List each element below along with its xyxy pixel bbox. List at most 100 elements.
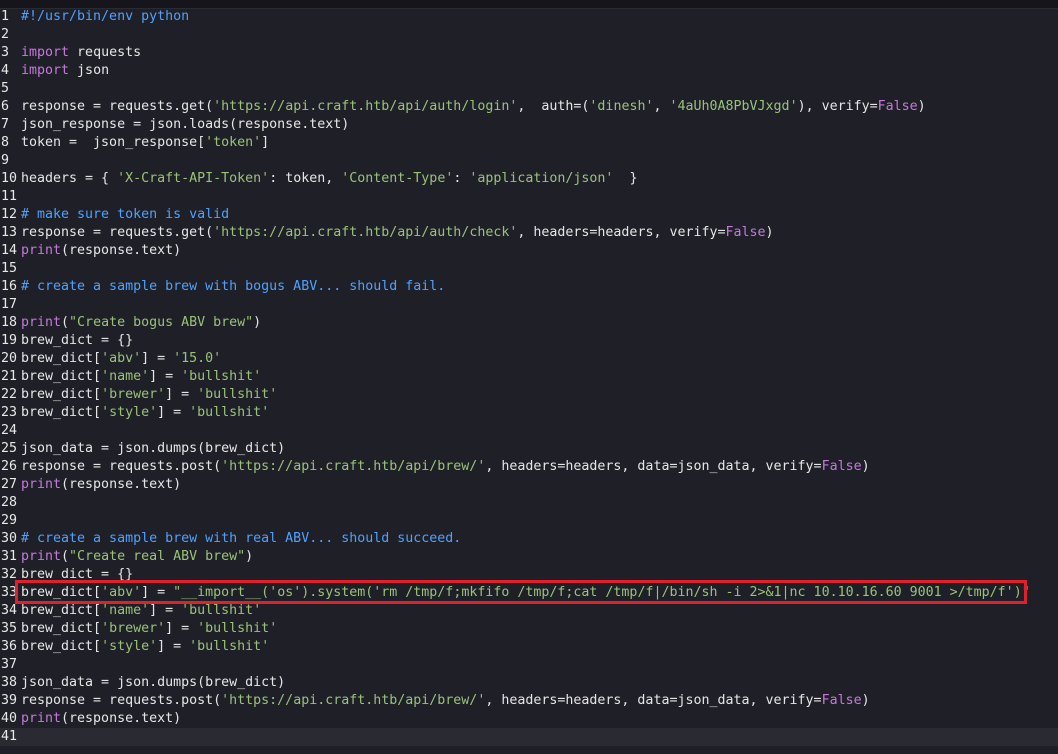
line-number: 19 (1, 333, 18, 348)
code-line-9[interactable]: 9 (0, 152, 1058, 170)
token-plain: , headers=headers, verify= (517, 225, 726, 240)
code-line-11[interactable]: 11 (0, 188, 1058, 206)
token-plain: brew_dict = {} (21, 333, 134, 348)
code-line-2[interactable]: 2 (0, 26, 1058, 44)
line-text: json_response = json.loads(response.text… (21, 117, 349, 132)
code-line-3[interactable]: 3 import requests (0, 44, 1058, 62)
token-plain: requests (69, 45, 142, 60)
code-line-38[interactable]: 38 json_data = json.dumps(brew_dict) (0, 674, 1058, 692)
token-plain: ] = (157, 639, 190, 654)
token-builtin: print (21, 315, 62, 330)
code-line-29[interactable]: 29 (0, 512, 1058, 530)
token-plain: ), verify= (797, 99, 878, 114)
code-line-40[interactable]: 40 print(response.text) (0, 710, 1058, 728)
token-string: 'https://api.craft.htb/api/brew/' (221, 459, 486, 474)
code-line-14[interactable]: 14 print(response.text) (0, 242, 1058, 260)
line-number: 36 (1, 639, 18, 654)
code-line-36[interactable]: 36 brew_dict['style'] = 'bullshit' (0, 638, 1058, 656)
token-plain: response = requests.post( (21, 459, 222, 474)
line-number: 32 (1, 567, 18, 582)
code-line-39[interactable]: 39 response = requests.post('https://api.… (0, 692, 1058, 710)
code-line-18[interactable]: 18 print("Create bogus ABV brew") (0, 314, 1058, 332)
token-plain: } (613, 171, 638, 186)
code-area[interactable]: 1 #!/usr/bin/env python 2 3 import requests 4… (0, 8, 1058, 746)
token-plain: : (453, 171, 470, 186)
code-line-8[interactable]: 8 token = json_response['token'] (0, 134, 1058, 152)
line-number: 22 (1, 387, 18, 402)
token-string: '15.0' (173, 351, 222, 366)
token-plain: brew_dict = {} (21, 567, 134, 582)
code-line-16[interactable]: 16 # create a sample brew with bogus ABV.… (0, 278, 1058, 296)
line-text: json_data = json.dumps(brew_dict) (21, 441, 285, 456)
token-string: 'token' (205, 135, 262, 150)
line-text: brew_dict = {} (21, 333, 133, 348)
code-line-20[interactable]: 20 brew_dict['abv'] = '15.0' (0, 350, 1058, 368)
code-line-35[interactable]: 35 brew_dict['brewer'] = 'bullshit' (0, 620, 1058, 638)
line-number: 3 (1, 45, 10, 60)
code-line-1[interactable]: 1 #!/usr/bin/env python (0, 8, 1058, 26)
line-number: 9 (1, 153, 10, 168)
line-number: 41 (1, 729, 18, 744)
line-number: 11 (1, 189, 18, 204)
token-plain: (response.text) (61, 477, 182, 492)
line-number: 31 (1, 549, 18, 564)
token-builtin: print (21, 549, 62, 564)
code-editor[interactable]: 1 #!/usr/bin/env python 2 3 import requests 4… (0, 0, 1058, 754)
token-keyword: import (21, 45, 70, 60)
code-line-12[interactable]: 12 # make sure token is valid (0, 206, 1058, 224)
line-number: 16 (1, 279, 18, 294)
code-line-27[interactable]: 27 print(response.text) (0, 476, 1058, 494)
line-number: 25 (1, 441, 18, 456)
code-line-22[interactable]: 22 brew_dict['brewer'] = 'bullshit' (0, 386, 1058, 404)
line-number: 29 (1, 513, 18, 528)
token-plain: response = requests.get( (21, 225, 214, 240)
token-plain: ) (253, 315, 262, 330)
code-line-25[interactable]: 25 json_data = json.dumps(brew_dict) (0, 440, 1058, 458)
token-plain: brew_dict[ (21, 369, 102, 384)
token-plain: ) (861, 693, 870, 708)
code-line-4[interactable]: 4 import json (0, 62, 1058, 80)
token-bool: False (877, 99, 918, 114)
code-line-31[interactable]: 31 print("Create real ABV brew") (0, 548, 1058, 566)
code-line-6[interactable]: 6 response = requests.get('https://api.cr… (0, 98, 1058, 116)
token-plain: brew_dict[ (21, 585, 102, 600)
token-plain: ] = (149, 603, 182, 618)
code-line-10[interactable]: 10 headers = { 'X-Craft-API-Token': token… (0, 170, 1058, 188)
token-plain: response = requests.post( (21, 693, 222, 708)
token-string: 'bullshit' (189, 639, 270, 654)
line-number: 38 (1, 675, 18, 690)
code-line-23[interactable]: 23 brew_dict['style'] = 'bullshit' (0, 404, 1058, 422)
line-text: print(response.text) (21, 711, 181, 726)
token-plain: ] (261, 135, 270, 150)
token-plain: ) (861, 459, 870, 474)
code-line-7[interactable]: 7 json_response = json.loads(response.tex… (0, 116, 1058, 134)
line-number: 37 (1, 657, 18, 672)
token-plain: ] = (141, 351, 174, 366)
token-string: 'https://api.craft.htb/api/brew/' (221, 693, 486, 708)
code-line-19[interactable]: 19 brew_dict = {} (0, 332, 1058, 350)
token-builtin: print (21, 711, 62, 726)
line-text: import json (21, 63, 109, 78)
code-line-28[interactable]: 28 (0, 494, 1058, 512)
token-string: "Create bogus ABV brew" (69, 315, 254, 330)
code-line-26[interactable]: 26 response = requests.post('https://api.… (0, 458, 1058, 476)
code-line-41[interactable]: 41 (0, 728, 1058, 746)
code-line-21[interactable]: 21 brew_dict['name'] = 'bullshit' (0, 368, 1058, 386)
token-string: 'name' (101, 369, 150, 384)
code-line-34[interactable]: 34 brew_dict['name'] = 'bullshit' (0, 602, 1058, 620)
code-line-32[interactable]: 32 brew_dict = {} (0, 566, 1058, 584)
code-line-37[interactable]: 37 (0, 656, 1058, 674)
code-line-17[interactable]: 17 (0, 296, 1058, 314)
code-line-33[interactable]: 33 brew_dict['abv'] = "__import__('os').s… (0, 584, 1058, 602)
code-line-24[interactable]: 24 (0, 422, 1058, 440)
line-number: 26 (1, 459, 18, 474)
token-string: 'brewer' (101, 621, 166, 636)
line-text: # make sure token is valid (21, 207, 229, 222)
code-line-30[interactable]: 30 # create a sample brew with real ABV..… (0, 530, 1058, 548)
code-line-15[interactable]: 15 (0, 260, 1058, 278)
code-line-5[interactable]: 5 (0, 80, 1058, 98)
line-number: 35 (1, 621, 18, 636)
token-string: 'bullshit' (181, 603, 262, 618)
token-string: 'abv' (101, 351, 142, 366)
code-line-13[interactable]: 13 response = requests.get('https://api.c… (0, 224, 1058, 242)
